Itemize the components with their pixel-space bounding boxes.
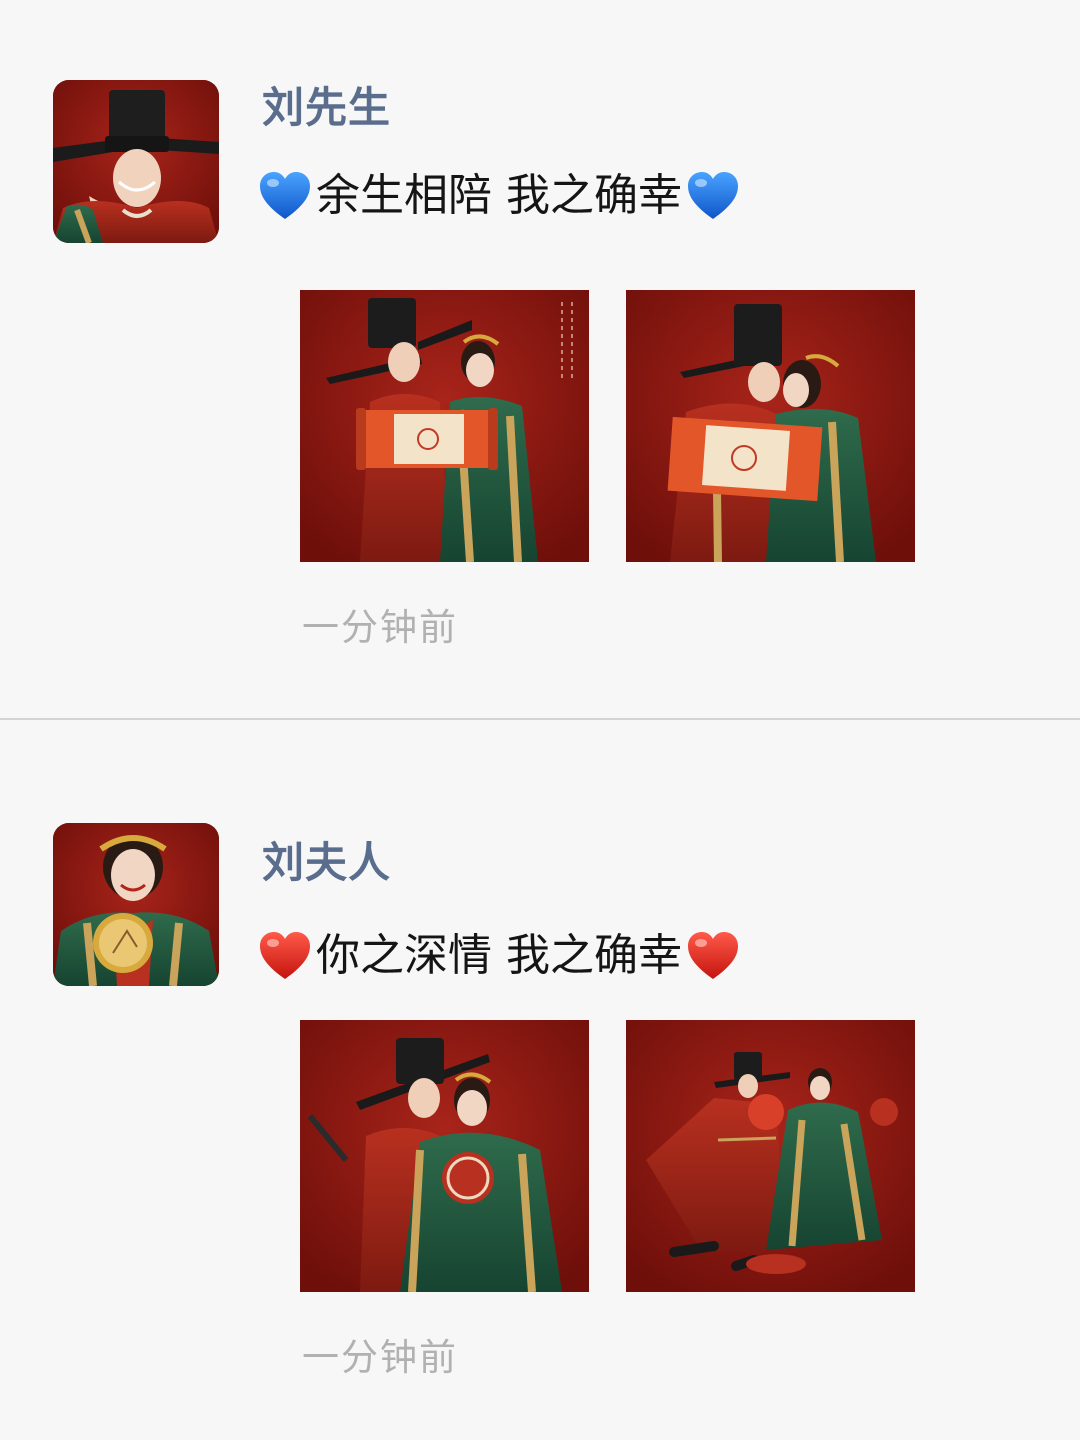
couple-fan-photo [300, 1020, 589, 1292]
blue-heart-icon [258, 170, 312, 222]
author-name[interactable]: 刘先生 [262, 82, 391, 134]
post-caption: 你之深情 我之确幸 [258, 928, 740, 984]
photo-grid [300, 1020, 915, 1292]
red-heart-icon [258, 930, 312, 982]
blue-heart-icon [686, 170, 740, 222]
photo-thumbnail-1[interactable] [300, 1020, 589, 1292]
post-timestamp: 一分钟前 [302, 606, 458, 649]
moment-post-2: 刘夫人 你之深情 我之确幸 一分钟前 [0, 721, 1080, 1440]
caption-text: 余生相陪 我之确幸 [316, 170, 682, 221]
avatar-bride[interactable] [53, 823, 219, 986]
photo-grid [300, 290, 915, 562]
groom-portrait-image [53, 80, 219, 243]
red-heart-icon [686, 930, 740, 982]
post-caption: 余生相陪 我之确幸 [258, 168, 740, 224]
couple-dancing-photo [626, 1020, 915, 1292]
photo-thumbnail-2[interactable] [626, 290, 915, 562]
photo-thumbnail-1[interactable] [300, 290, 589, 562]
couple-scroll-photo [300, 290, 589, 562]
caption-text: 你之深情 我之确幸 [316, 930, 682, 981]
avatar-groom[interactable] [53, 80, 219, 243]
photo-thumbnail-2[interactable] [626, 1020, 915, 1292]
moment-post-1: 刘先生 余生相陪 我之确幸 一分钟前 [0, 0, 1080, 718]
author-name[interactable]: 刘夫人 [262, 837, 391, 889]
bride-portrait-image [53, 823, 219, 986]
post-timestamp: 一分钟前 [302, 1336, 458, 1379]
post-divider [0, 718, 1080, 720]
couple-scroll-nuzzle-photo [626, 290, 915, 562]
